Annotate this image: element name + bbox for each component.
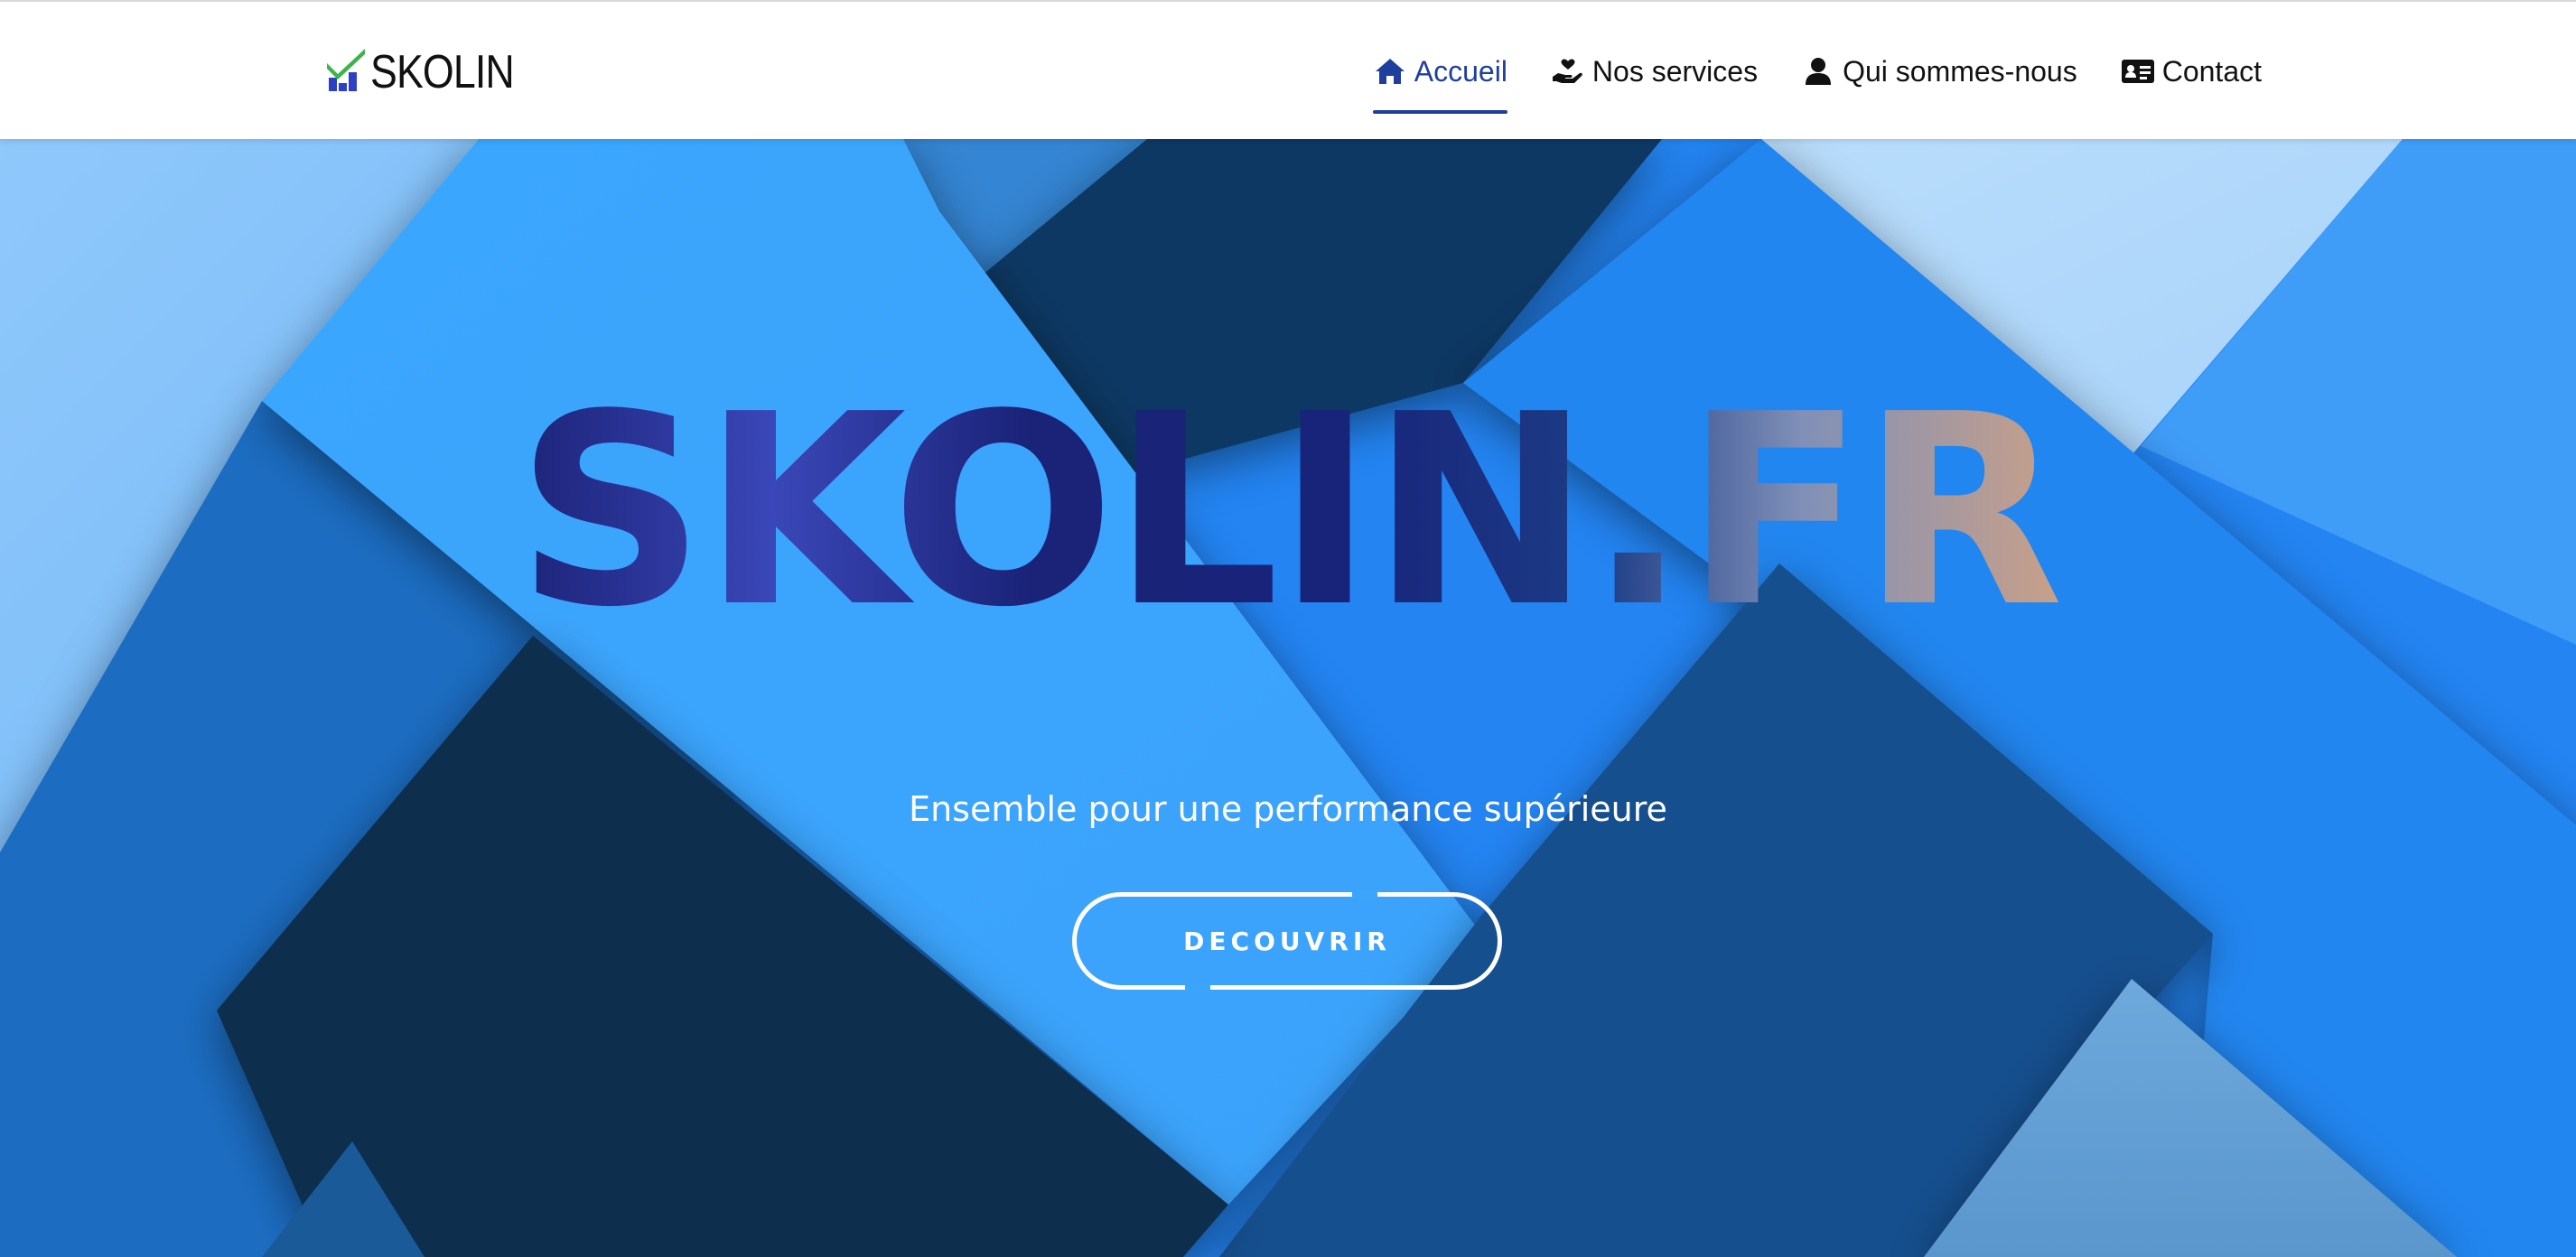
nav-label: Accueil — [1414, 54, 1507, 88]
user-icon — [1801, 56, 1835, 87]
hero-background — [0, 139, 2576, 1257]
brand-name: SKOLIN — [370, 46, 515, 98]
discover-button[interactable]: DECOUVRIR — [1072, 889, 1502, 992]
button-border-gap — [1352, 889, 1377, 899]
main-nav: Accueil Nos services Qui sommes-nous Con… — [1372, 2, 2262, 141]
site-header: SKOLIN Accueil Nos services Qui sommes-n… — [0, 0, 2576, 139]
nav-label: Nos services — [1591, 54, 1759, 88]
id-card-icon — [2121, 56, 2155, 87]
nav-item-services[interactable]: Nos services — [1551, 2, 1758, 141]
home-icon — [1373, 56, 1407, 87]
hand-heart-icon — [1551, 56, 1585, 87]
nav-item-accueil[interactable]: Accueil — [1372, 2, 1508, 141]
hero-title: SKOLIN.FR — [0, 379, 2576, 643]
discover-button-label: DECOUVRIR — [1183, 926, 1391, 956]
hero-subtitle: Ensemble pour une performance supérieure — [909, 789, 1667, 829]
hero-section: SKOLIN.FR Ensemble pour une performance … — [0, 139, 2576, 1257]
button-border-gap — [1185, 983, 1210, 992]
brand-logo[interactable]: SKOLIN — [325, 45, 537, 99]
logo-mark-icon — [325, 47, 367, 98]
nav-label: Qui sommes-nous — [1843, 54, 2077, 88]
nav-item-contact[interactable]: Contact — [2121, 2, 2262, 141]
nav-label: Contact — [2161, 54, 2262, 88]
nav-item-qui-sommes-nous[interactable]: Qui sommes-nous — [1801, 2, 2077, 141]
